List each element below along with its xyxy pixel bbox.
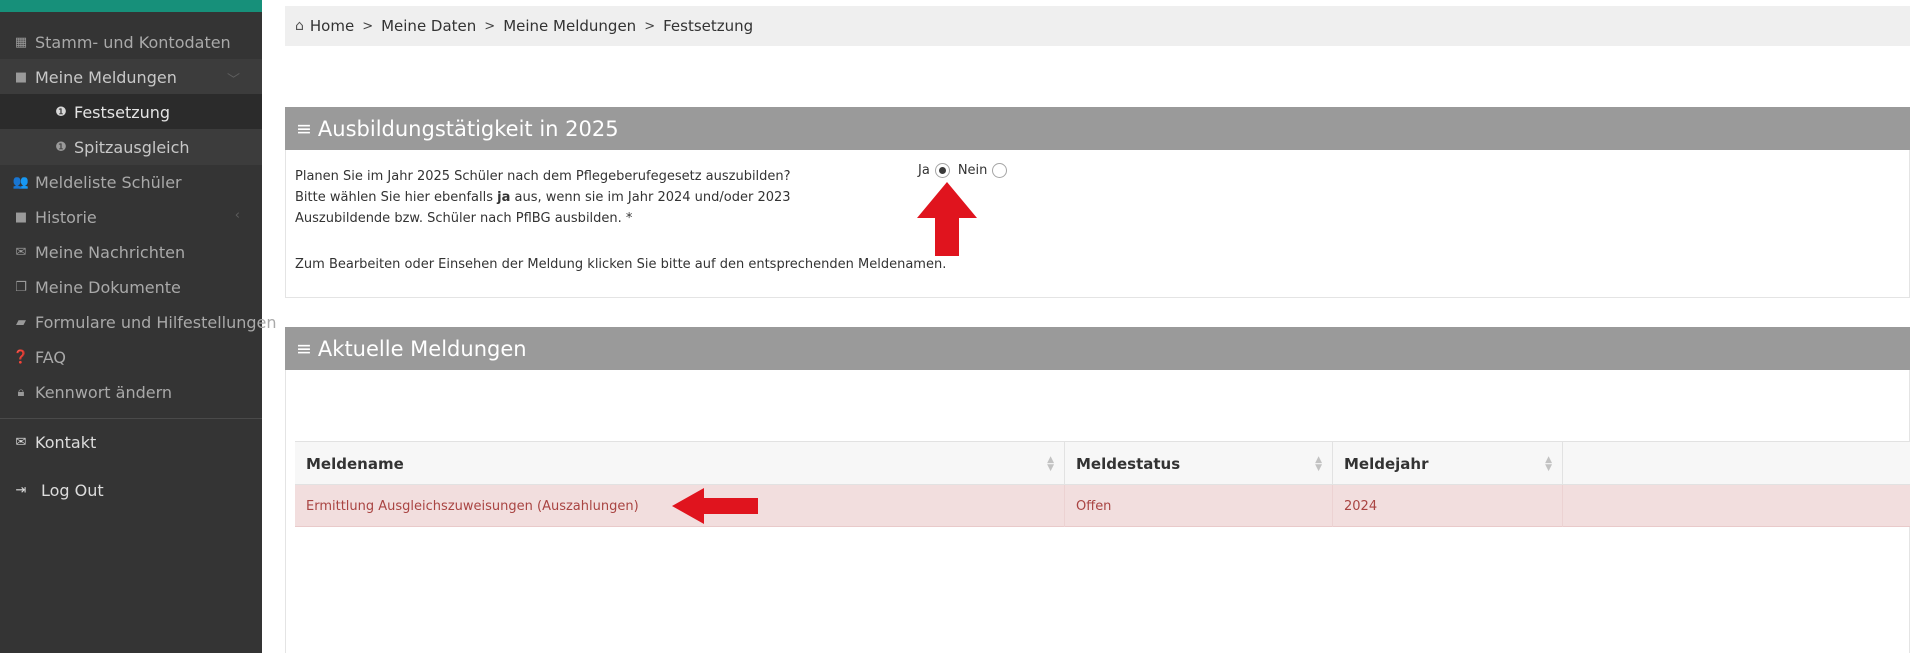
sidebar-item-label: Formulare und Hilfestellungen [35, 312, 277, 332]
column-header-label: Meldename [306, 455, 404, 473]
sidebar-item-spitzausgleich[interactable]: ❶ Spitzausgleich [0, 129, 262, 165]
sidebar-item-label: Stamm- und Kontodaten [35, 32, 231, 52]
sidebar-item-label: Kontakt [35, 432, 97, 452]
sidebar-item-logout[interactable]: ⇥ Log Out [0, 472, 262, 508]
calendar-icon: ▦ [14, 34, 28, 50]
sidebar-item-historie[interactable]: ■ Historie ‹ [0, 199, 262, 235]
question-line: Auszubildende bzw. Schüler nach PflBG au… [295, 211, 633, 226]
question-emphasis: ja [497, 190, 511, 205]
arrow-left-annotation-icon [672, 488, 758, 524]
table-header: Meldename ▲ ▼ Meldestatus ▲ ▼ Meldejahr ▲ ▼ [295, 441, 1910, 486]
sidebar-divider [0, 418, 262, 419]
question-line: Planen Sie im Jahr 2025 Schüler nach dem… [295, 169, 791, 184]
arrow-up-annotation-icon [917, 182, 977, 256]
folder-icon: ■ [14, 69, 28, 85]
radio-ja[interactable] [934, 163, 950, 178]
sort-icon: ▲ ▼ [1545, 455, 1552, 473]
meldung-hint-text: Zum Bearbeiten oder Einsehen der Meldung… [295, 257, 947, 272]
question-circle-icon: ❓ [12, 349, 30, 365]
bars-icon: ≡ [296, 117, 312, 140]
book-icon: ▰ [16, 314, 26, 330]
copy-icon: ❐ [15, 279, 27, 295]
chevron-right-icon: > [644, 18, 656, 34]
panel-title: Ausbildungstätigkeit in 2025 [317, 116, 619, 141]
sign-out-icon: ⇥ [15, 482, 27, 498]
column-header-label: Meldestatus [1076, 455, 1181, 473]
question-text: aus, wenn sie im Jahr 2024 und/oder 2023 [510, 190, 791, 205]
info-circle-icon: ❶ [55, 104, 67, 120]
sidebar-item-label: Kennwort ändern [35, 382, 173, 402]
sidebar-accent-bar [0, 0, 262, 12]
question-line: Bitte wählen Sie hier ebenfalls ja aus, … [295, 187, 791, 208]
breadcrumb-meine-daten[interactable]: Meine Daten [381, 17, 476, 35]
column-header-meldejahr[interactable]: Meldejahr ▲ ▼ [1333, 442, 1563, 486]
question-text: Bitte wählen Sie hier ebenfalls [295, 190, 498, 205]
panel-title: Aktuelle Meldungen [317, 336, 527, 361]
users-icon: 👥 [12, 174, 30, 190]
bars-icon: ≡ [296, 337, 312, 360]
sidebar-item-nachrichten[interactable]: ✉ Meine Nachrichten [0, 234, 262, 270]
meldestatus-cell: Offen [1065, 485, 1333, 527]
radio-nein[interactable] [992, 163, 1008, 178]
column-header-label: Meldejahr [1344, 455, 1429, 473]
sidebar-item-formulare[interactable]: ▰ Formulare und Hilfestellungen [0, 304, 277, 340]
envelope-icon: ✉ [15, 244, 27, 260]
sidebar-item-label: Spitzausgleich [74, 137, 190, 157]
meldejahr-cell: 2024 [1333, 485, 1563, 527]
sidebar: ▦ Stamm- und Kontodaten ■ Meine Meldunge… [0, 0, 277, 653]
sidebar-item-label: FAQ [35, 347, 66, 367]
sidebar-item-faq[interactable]: ❓ FAQ [0, 339, 262, 375]
ausbildung-radio-group: Ja Nein [918, 163, 1015, 178]
breadcrumb: ⌂ Home > Meine Daten > Meine Meldungen >… [285, 6, 1910, 46]
sidebar-item-label: Meldeliste Schüler [35, 172, 182, 192]
sort-icon: ▲ ▼ [1315, 455, 1322, 473]
sidebar-item-meine-meldungen[interactable]: ■ Meine Meldungen ﹀ [0, 59, 262, 95]
sidebar-item-label: Meine Nachrichten [35, 242, 186, 262]
info-circle-icon: ❶ [55, 139, 67, 155]
radio-label-ja[interactable]: Ja [918, 163, 930, 178]
table-row: Ermittlung Ausgleichszuweisungen (Auszah… [295, 485, 1910, 527]
chevron-left-icon: ‹ [234, 208, 240, 223]
folder-icon: ■ [14, 209, 28, 225]
home-icon: ⌂ [295, 18, 304, 34]
sidebar-item-dokumente[interactable]: ❐ Meine Dokumente [0, 269, 262, 305]
breadcrumb-festsetzung: Festsetzung [663, 17, 754, 35]
breadcrumb-meine-meldungen[interactable]: Meine Meldungen [503, 17, 636, 35]
radio-label-nein[interactable]: Nein [958, 163, 988, 178]
sidebar-item-stammdaten[interactable]: ▦ Stamm- und Kontodaten [0, 24, 262, 60]
chevron-right-icon: > [484, 18, 496, 34]
sort-icon: ▲ ▼ [1047, 455, 1054, 473]
breadcrumb-home[interactable]: Home [310, 17, 354, 35]
radio-selected-dot [938, 167, 946, 174]
column-header-meldestatus[interactable]: Meldestatus ▲ ▼ [1065, 442, 1333, 486]
sidebar-item-festsetzung[interactable]: ❶ Festsetzung [0, 94, 262, 130]
sidebar-item-label: Festsetzung [74, 102, 171, 122]
meldungen-panel-header: ≡ Aktuelle Meldungen [285, 327, 1910, 370]
envelope-outline-icon: ✉ [15, 434, 27, 450]
sidebar-item-label: Meine Meldungen [35, 67, 177, 87]
sidebar-item-meldeliste-schueler[interactable]: 👥 Meldeliste Schüler [0, 164, 262, 200]
lock-icon: 🔒︎ [17, 384, 25, 400]
sidebar-item-kennwort[interactable]: 🔒︎ Kennwort ändern [0, 374, 262, 410]
ausbildung-panel-header: ≡ Ausbildungstätigkeit in 2025 [285, 107, 1910, 150]
chevron-right-icon: > [362, 18, 374, 34]
column-header-meldename[interactable]: Meldename ▲ ▼ [295, 442, 1065, 486]
sidebar-item-label: Meine Dokumente [35, 277, 181, 297]
chevron-down-icon: ﹀ [226, 73, 240, 88]
ausbildung-question: Planen Sie im Jahr 2025 Schüler nach dem… [295, 166, 791, 229]
sidebar-item-label: Log Out [41, 480, 104, 500]
sidebar-item-label: Historie [35, 207, 97, 227]
sidebar-item-kontakt[interactable]: ✉ Kontakt [0, 424, 262, 460]
